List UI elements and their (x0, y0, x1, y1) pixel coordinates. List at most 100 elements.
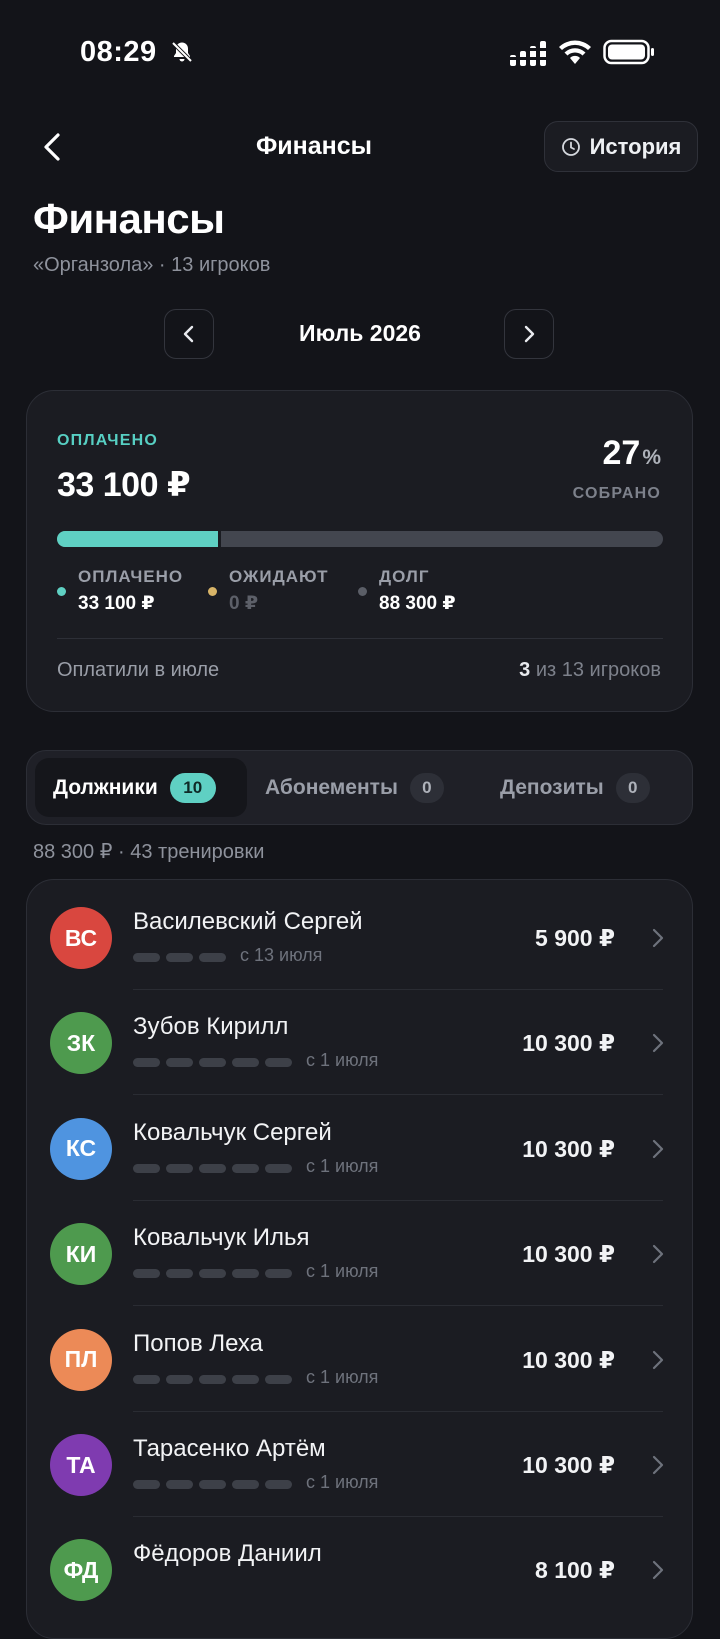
training-pill (166, 1163, 193, 1173)
debt-amount: 10 300 ₽ (522, 1452, 615, 1478)
training-pill (199, 1480, 226, 1489)
debt-since: с 13 июля (240, 945, 323, 965)
history-button[interactable]: История (544, 121, 698, 172)
training-pill (232, 1269, 259, 1279)
collection-progress-fill (57, 531, 221, 547)
tab-subscriptions[interactable]: Абонементы 0 (265, 758, 444, 817)
debtor-row[interactable]: ТА Тарасенко Артём с 1 июля 10 300 ₽ (27, 1412, 691, 1517)
training-pill (265, 1163, 292, 1173)
tab-count-badge: 0 (615, 772, 650, 803)
training-pill (166, 953, 193, 962)
chevron-right-icon (652, 928, 664, 948)
training-pill (133, 1480, 160, 1489)
team-subtitle: «Органзола» · 13 игроков (33, 254, 271, 276)
debt-summary: 88 300 ₽ · 43 тренировки (33, 841, 265, 863)
training-pill (232, 1058, 259, 1068)
debt-amount: 10 300 ₽ (522, 1135, 615, 1162)
debtor-row[interactable]: ФД Фёдоров Даниил 8 100 ₽ (27, 1517, 691, 1622)
nav-title: Финансы (255, 132, 373, 160)
debt-since: с 1 июля (306, 1261, 379, 1282)
debt-amount: 10 300 ₽ (522, 1241, 615, 1268)
status-time: 08:29 (80, 36, 157, 68)
paid-caption: ОПЛАЧЕНО (57, 432, 159, 449)
training-pill (133, 1058, 160, 1068)
training-pill (265, 1480, 292, 1489)
chevron-right-icon (652, 1561, 664, 1580)
debtor-row[interactable]: КИ Ковальчук Илья с 1 июля 10 300 ₽ (27, 1201, 691, 1307)
avatar: ВС (50, 907, 112, 969)
training-pills (133, 1058, 292, 1068)
clock-icon (561, 137, 580, 156)
training-pills (133, 953, 226, 962)
debtors-list: ВС Василевский Сергей с 13 июля 5 900 ₽ ЗК Зу… (26, 879, 693, 1639)
training-pill (199, 1269, 226, 1279)
training-pill (133, 953, 160, 962)
debtor-name: Ковальчук Сергей (133, 1118, 332, 1146)
debt-since: с 1 июля (306, 1366, 379, 1387)
training-pills (133, 1374, 292, 1384)
training-pill (199, 1374, 226, 1384)
paid-amount: 33 100 ₽ (57, 466, 191, 504)
legend-dot (208, 587, 217, 596)
card-divider (57, 638, 663, 639)
bell-muted-icon (171, 41, 193, 63)
debtor-name: Фёдоров Даниил (133, 1540, 322, 1568)
tab-debtors[interactable]: Должники 10 (35, 758, 247, 817)
tab-count-badge: 10 (169, 772, 216, 803)
training-pill (133, 1269, 160, 1279)
signal-icon (510, 41, 546, 66)
debt-since: с 1 июля (306, 1050, 379, 1071)
chevron-right-icon (652, 1350, 664, 1369)
debtor-name: Ковальчук Илья (133, 1224, 310, 1252)
training-pills (133, 1480, 292, 1489)
chevron-right-icon (652, 1139, 664, 1158)
training-pill (199, 1163, 226, 1173)
training-pill (199, 1058, 226, 1068)
next-month-button[interactable] (504, 309, 554, 359)
debt-amount: 10 300 ₽ (522, 1030, 615, 1057)
wifi-icon (559, 40, 591, 64)
chevron-right-icon (524, 325, 535, 343)
training-pill (166, 1480, 193, 1489)
training-pill (232, 1374, 259, 1384)
players-paid-count: 3 из 13 игроков (519, 659, 661, 681)
tab-count-badge: 0 (409, 772, 444, 803)
training-pill (265, 1374, 292, 1384)
training-pill (265, 1058, 292, 1068)
debtor-row[interactable]: ВС Василевский Сергей с 13 июля 5 900 ₽ (27, 885, 691, 990)
tab-deposits[interactable]: Депозиты 0 (500, 758, 650, 817)
training-pill (166, 1374, 193, 1384)
month-label: Июль 2026 (299, 320, 421, 346)
training-pill (166, 1269, 193, 1279)
legend-dot (57, 587, 66, 596)
debt-since: с 1 июля (306, 1155, 379, 1176)
chevron-right-icon (652, 1245, 664, 1264)
debt-since: с 1 июля (306, 1472, 379, 1492)
battery-icon (603, 39, 654, 65)
chevron-right-icon (652, 1455, 664, 1475)
training-pill (265, 1269, 292, 1279)
debtor-row[interactable]: ЗК Зубов Кирилл с 1 июля 10 300 ₽ (27, 990, 691, 1096)
chevron-right-icon (652, 1034, 664, 1053)
debt-amount: 8 100 ₽ (535, 1557, 615, 1584)
debtor-row[interactable]: ПЛ Попов Леха с 1 июля 10 300 ₽ (27, 1307, 691, 1412)
training-pills (133, 1163, 292, 1173)
training-pill (199, 953, 226, 962)
collection-progress-bar (57, 531, 663, 547)
collected-percent: 27% (602, 434, 661, 472)
avatar: КИ (50, 1223, 112, 1286)
training-pill (133, 1163, 160, 1173)
training-pill (166, 1058, 193, 1068)
avatar: КС (50, 1117, 112, 1180)
paid-in-month-label: Оплатили в июле (57, 659, 220, 681)
training-pills (133, 1269, 292, 1279)
debtor-name: Василевский Сергей (133, 908, 363, 935)
history-label: История (589, 133, 682, 159)
avatar: ПЛ (50, 1328, 112, 1391)
avatar: ЗК (50, 1012, 112, 1075)
debtor-row[interactable]: КС Ковальчук Сергей с 1 июля 10 300 ₽ (27, 1096, 691, 1201)
debtor-name: Попов Леха (133, 1329, 264, 1357)
page-title: Финансы (33, 195, 225, 242)
legend-dot (358, 587, 367, 596)
training-pill (232, 1480, 259, 1489)
